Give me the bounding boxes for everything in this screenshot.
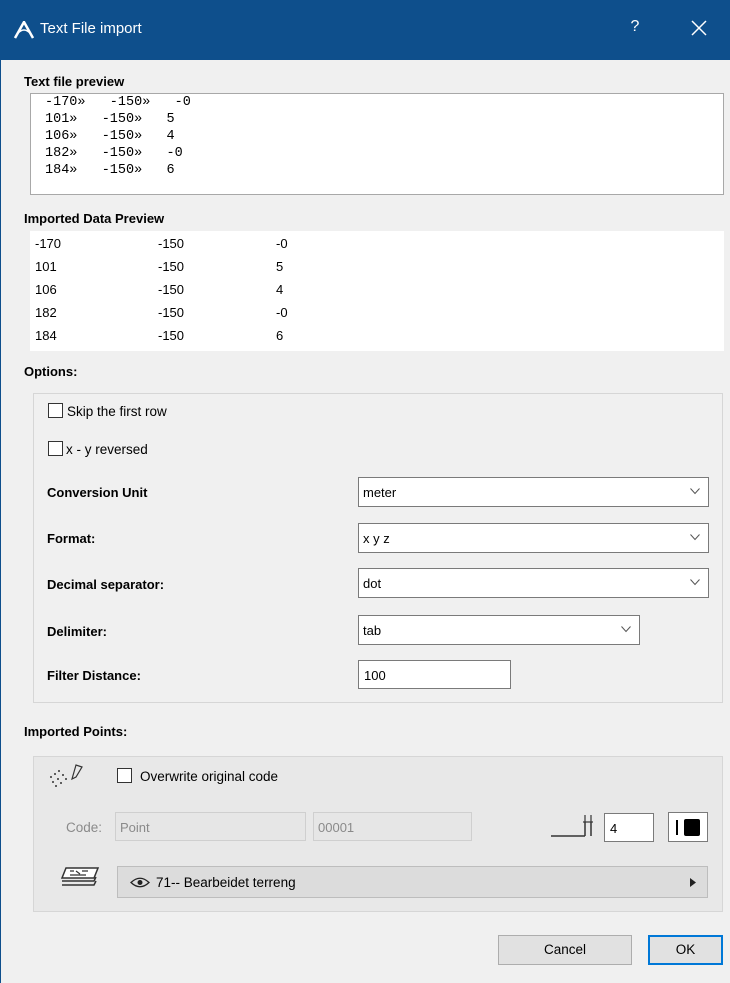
text-preview-heading: Text file preview <box>24 74 125 89</box>
skip-first-row-checkbox[interactable] <box>48 403 63 418</box>
options-heading: Options: <box>24 364 78 379</box>
eye-icon <box>130 877 150 888</box>
table-cell: -150 <box>158 259 185 274</box>
code-number-field: 00001 <box>313 812 472 841</box>
layer-name: 71-- Bearbeidet terreng <box>156 875 296 890</box>
point-code-icon <box>50 764 83 787</box>
filter-distance-value: 100 <box>364 668 386 683</box>
imported-preview-box: -170 -150 -0 101 -150 5 106 -150 4 182 -… <box>30 231 724 351</box>
delimiter-value: tab <box>363 623 382 638</box>
table-cell: -150 <box>158 305 185 320</box>
table-cell: -0 <box>276 236 288 251</box>
window-title: Text File import <box>40 20 142 37</box>
overwrite-code-label: Overwrite original code <box>140 769 279 784</box>
skip-first-row-label: Skip the first row <box>67 404 167 419</box>
text-preview-line: 101» -150» 5 <box>45 112 175 127</box>
table-cell: 101 <box>35 259 57 274</box>
decimal-separator-value: dot <box>363 576 382 591</box>
close-icon[interactable] <box>690 19 708 37</box>
format-label: Format: <box>47 531 96 546</box>
decimal-separator-label: Decimal separator: <box>47 577 165 592</box>
window-border <box>0 60 1 983</box>
filter-distance-label: Filter Distance: <box>47 668 141 683</box>
chevron-down-icon <box>690 488 700 495</box>
chevron-down-icon <box>690 534 700 541</box>
table-cell: -150 <box>158 236 185 251</box>
pen-icon <box>551 815 593 837</box>
table-cell: 106 <box>35 282 57 297</box>
format-dropdown[interactable]: x y z <box>358 523 709 553</box>
pen-number-input[interactable]: 4 <box>604 813 654 842</box>
table-cell: 5 <box>276 259 284 274</box>
filter-distance-input[interactable]: 100 <box>358 660 511 689</box>
triangle-right-icon <box>690 878 696 887</box>
table-row: 101 -150 5 <box>30 259 724 277</box>
format-value: x y z <box>363 531 390 546</box>
chevron-down-icon <box>690 579 700 586</box>
table-cell: -150 <box>158 282 185 297</box>
table-cell: -0 <box>276 305 288 320</box>
table-cell: 184 <box>35 328 57 343</box>
overwrite-code-checkbox[interactable] <box>117 768 132 783</box>
table-row: -170 -150 -0 <box>30 236 724 254</box>
conversion-unit-label: Conversion Unit <box>47 485 148 500</box>
pen-number-value: 4 <box>610 821 618 836</box>
ok-button[interactable]: OK <box>648 935 723 965</box>
layer-icon <box>60 867 100 886</box>
code-name-field: Point <box>115 812 306 841</box>
xy-reversed-label: x - y reversed <box>66 442 148 457</box>
table-row: 182 -150 -0 <box>30 305 724 323</box>
imported-preview-heading: Imported Data Preview <box>24 211 165 226</box>
layer-selector[interactable]: 71-- Bearbeidet terreng <box>117 866 708 898</box>
conversion-unit-value: meter <box>363 485 397 500</box>
code-label: Code: <box>66 820 103 835</box>
text-preview-line: 106» -150» 4 <box>45 129 175 144</box>
decimal-separator-dropdown[interactable]: dot <box>358 568 709 598</box>
table-cell: -150 <box>158 328 185 343</box>
table-row: 106 -150 4 <box>30 282 724 300</box>
conversion-unit-dropdown[interactable]: meter <box>358 477 709 507</box>
text-preview-box[interactable]: -170» -150» -0 101» -150» 5 106» -150» 4… <box>30 93 724 195</box>
chevron-down-icon <box>621 626 631 633</box>
table-row: 184 -150 6 <box>30 328 724 346</box>
archicad-icon <box>14 21 34 39</box>
text-preview-line: 182» -150» -0 <box>45 146 183 161</box>
code-name-value: Point <box>120 820 150 835</box>
imported-points-heading: Imported Points: <box>24 724 128 739</box>
pen-color-button[interactable] <box>668 812 708 842</box>
table-cell: 4 <box>276 282 284 297</box>
table-cell: 182 <box>35 305 57 320</box>
code-number-value: 00001 <box>318 820 355 835</box>
delimiter-dropdown[interactable]: tab <box>358 615 640 645</box>
xy-reversed-checkbox[interactable] <box>48 441 63 456</box>
table-cell: -170 <box>35 236 62 251</box>
help-icon[interactable]: ? <box>628 18 642 36</box>
cancel-button[interactable]: Cancel <box>498 935 632 965</box>
pen-color-icon <box>676 819 700 836</box>
text-preview-line: -170» -150» -0 <box>45 95 191 110</box>
delimiter-label: Delimiter: <box>47 624 107 639</box>
text-preview-line: 184» -150» 6 <box>45 163 175 178</box>
title-bar: Text File import ? <box>0 0 730 60</box>
table-cell: 6 <box>276 328 284 343</box>
